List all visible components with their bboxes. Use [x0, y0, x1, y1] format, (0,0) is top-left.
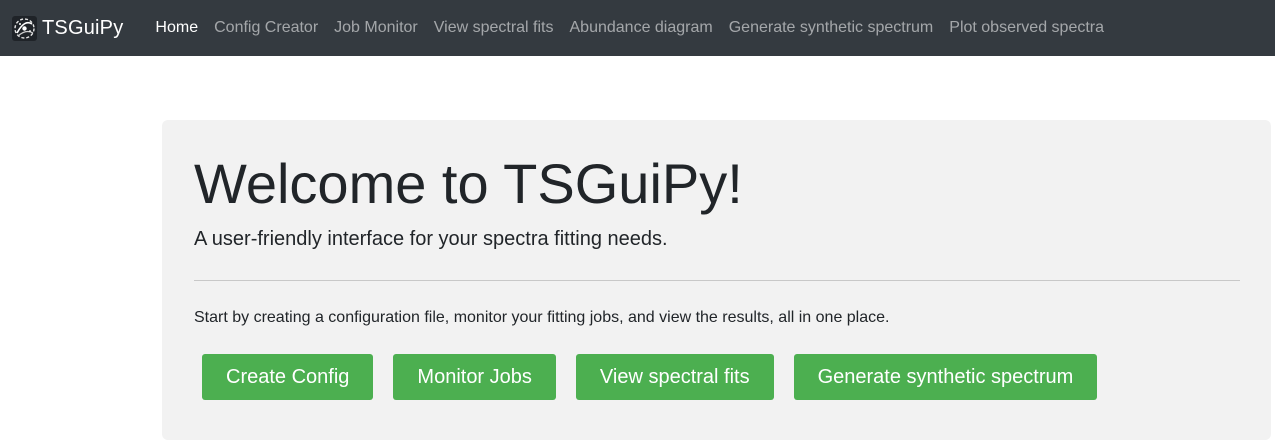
welcome-panel: Welcome to TSGuiPy! A user-friendly inte…	[162, 120, 1271, 440]
nav-link-plot-observed-spectra[interactable]: Plot observed spectra	[941, 19, 1112, 37]
nav-link-generate-synthetic-spectrum[interactable]: Generate synthetic spectrum	[721, 19, 942, 37]
brand-title: TSGuiPy	[42, 16, 124, 39]
divider	[194, 280, 1240, 281]
intro-text: Start by creating a configuration file, …	[194, 309, 890, 326]
brand-link[interactable]: TSGuiPy	[12, 15, 124, 41]
nav-link-config-creator[interactable]: Config Creator	[206, 19, 326, 37]
create-config-button[interactable]: Create Config	[202, 354, 374, 400]
action-buttons: Create Config Monitor Jobs View spectral…	[202, 354, 1117, 400]
monitor-jobs-button[interactable]: Monitor Jobs	[393, 354, 556, 400]
lead-text: A user-friendly interface for your spect…	[194, 228, 668, 250]
generate-synthetic-spectrum-button[interactable]: Generate synthetic spectrum	[793, 354, 1098, 400]
nav-link-home[interactable]: Home	[147, 19, 206, 37]
nav-link-abundance-diagram[interactable]: Abundance diagram	[562, 19, 721, 37]
nav-link-view-spectral-fits[interactable]: View spectral fits	[426, 19, 562, 37]
view-spectral-fits-button[interactable]: View spectral fits	[575, 354, 774, 400]
galaxy-logo-icon	[12, 15, 37, 41]
page-title: Welcome to TSGuiPy!	[194, 152, 743, 215]
nav-link-job-monitor[interactable]: Job Monitor	[326, 19, 426, 37]
top-navbar: TSGuiPy Home Config Creator Job Monitor …	[0, 0, 1275, 56]
nav-links: Home Config Creator Job Monitor View spe…	[147, 19, 1112, 37]
